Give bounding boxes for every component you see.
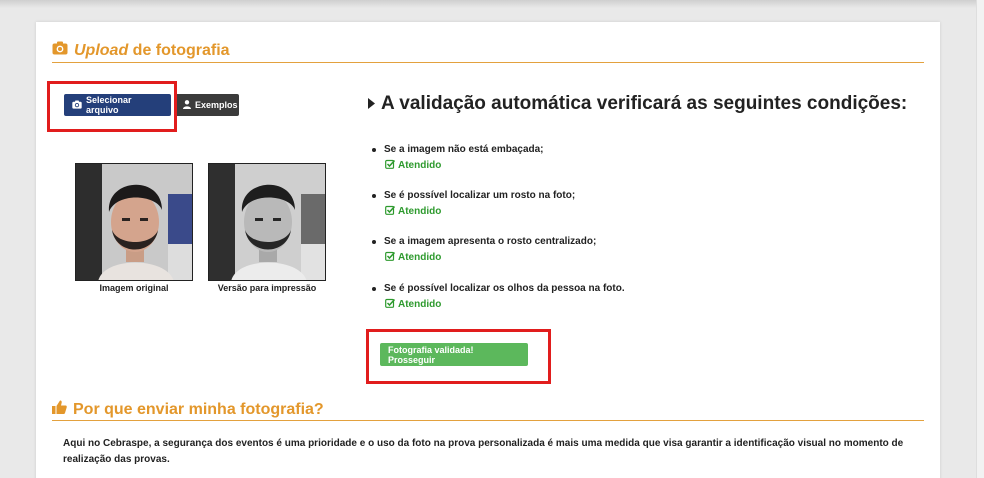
condition-status: Atendido bbox=[398, 299, 442, 310]
condition-item: Se é possível localizar os olhos da pess… bbox=[372, 283, 625, 311]
highlight-box-select-file bbox=[47, 81, 177, 132]
check-square-icon bbox=[385, 298, 396, 311]
condition-text: Se a imagem não está embaçada; bbox=[384, 144, 544, 155]
user-icon bbox=[183, 99, 191, 111]
bullet bbox=[372, 193, 376, 198]
camera-icon bbox=[52, 41, 68, 60]
bullet bbox=[372, 147, 376, 152]
upload-section-title: Upload de fotografia bbox=[52, 41, 230, 60]
print-version-photo-caption: Versão para impressão bbox=[217, 283, 317, 293]
check-square-icon bbox=[385, 251, 396, 264]
check-square-icon bbox=[385, 205, 396, 218]
condition-status: Atendido bbox=[398, 252, 442, 263]
browser-top-shadow bbox=[0, 0, 976, 8]
examples-button-label: Exemplos bbox=[195, 100, 238, 110]
condition-text: Se a imagem apresenta o rosto centraliza… bbox=[384, 236, 597, 247]
why-section-title-text: Por que enviar minha fotografia? bbox=[73, 400, 324, 418]
upload-title-italic: Upload bbox=[74, 41, 129, 59]
bullet bbox=[372, 286, 376, 291]
check-square-icon bbox=[385, 159, 396, 172]
original-photo bbox=[75, 163, 193, 281]
print-version-photo bbox=[208, 163, 326, 281]
condition-item: Se a imagem apresenta o rosto centraliza… bbox=[372, 236, 596, 264]
upload-section-divider bbox=[52, 62, 924, 63]
condition-status: Atendido bbox=[398, 206, 442, 217]
why-section-title: Por que enviar minha fotografia? bbox=[52, 400, 324, 419]
highlight-box-proceed bbox=[366, 329, 551, 384]
validation-heading: A validação automática verificará as seg… bbox=[368, 93, 907, 115]
condition-item: Se é possível localizar um rosto na foto… bbox=[372, 190, 575, 218]
examples-button[interactable]: Exemplos bbox=[175, 94, 239, 116]
why-section-paragraph: Aqui no Cebraspe, a segurança dos evento… bbox=[63, 438, 904, 465]
upload-title-rest: de fotografia bbox=[128, 41, 230, 59]
condition-status: Atendido bbox=[398, 160, 442, 171]
why-section-divider bbox=[52, 420, 924, 421]
caret-right-icon bbox=[368, 93, 375, 115]
original-photo-caption: Imagem original bbox=[99, 283, 169, 293]
condition-text: Se é possível localizar um rosto na foto… bbox=[384, 190, 576, 201]
thumbs-up-icon bbox=[52, 400, 67, 419]
validation-heading-text: A validação automática verificará as seg… bbox=[381, 93, 908, 114]
condition-text: Se é possível localizar os olhos da pess… bbox=[384, 283, 625, 294]
bullet bbox=[372, 239, 376, 244]
condition-item: Se a imagem não está embaçada; Atendido bbox=[372, 144, 544, 172]
page-scrollbar[interactable] bbox=[976, 0, 984, 478]
